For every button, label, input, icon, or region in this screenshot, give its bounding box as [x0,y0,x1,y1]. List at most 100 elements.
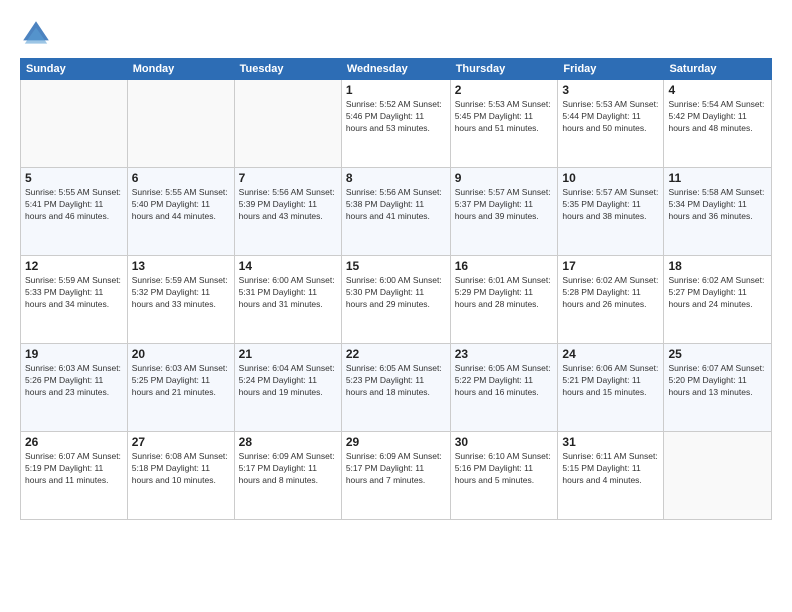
day-info: Sunrise: 5:53 AM Sunset: 5:44 PM Dayligh… [562,99,659,135]
day-info: Sunrise: 5:56 AM Sunset: 5:39 PM Dayligh… [239,187,337,223]
calendar-cell: 1 Sunrise: 5:52 AM Sunset: 5:46 PM Daylig… [341,80,450,168]
day-info: Sunrise: 6:03 AM Sunset: 5:26 PM Dayligh… [25,363,123,399]
weekday-header: Saturday [664,59,772,80]
day-number: 6 [132,171,230,185]
calendar-cell [664,432,772,520]
calendar-cell: 2 Sunrise: 5:53 AM Sunset: 5:45 PM Daylig… [450,80,558,168]
day-info: Sunrise: 6:09 AM Sunset: 5:17 PM Dayligh… [239,451,337,487]
day-number: 27 [132,435,230,449]
calendar-cell: 3 Sunrise: 5:53 AM Sunset: 5:44 PM Daylig… [558,80,664,168]
day-info: Sunrise: 6:04 AM Sunset: 5:24 PM Dayligh… [239,363,337,399]
weekday-header: Thursday [450,59,558,80]
calendar-week-row: 12 Sunrise: 5:59 AM Sunset: 5:33 PM Dayli… [21,256,772,344]
day-info: Sunrise: 5:53 AM Sunset: 5:45 PM Dayligh… [455,99,554,135]
day-number: 2 [455,83,554,97]
day-info: Sunrise: 5:55 AM Sunset: 5:40 PM Dayligh… [132,187,230,223]
day-number: 12 [25,259,123,273]
calendar-cell: 30 Sunrise: 6:10 AM Sunset: 5:16 PM Dayli… [450,432,558,520]
day-number: 30 [455,435,554,449]
calendar-cell: 8 Sunrise: 5:56 AM Sunset: 5:38 PM Daylig… [341,168,450,256]
weekday-header: Sunday [21,59,128,80]
day-number: 19 [25,347,123,361]
calendar-cell: 18 Sunrise: 6:02 AM Sunset: 5:27 PM Dayli… [664,256,772,344]
day-number: 14 [239,259,337,273]
calendar-cell: 6 Sunrise: 5:55 AM Sunset: 5:40 PM Daylig… [127,168,234,256]
calendar-cell: 28 Sunrise: 6:09 AM Sunset: 5:17 PM Dayli… [234,432,341,520]
calendar-cell [21,80,128,168]
day-number: 18 [668,259,767,273]
day-number: 31 [562,435,659,449]
day-info: Sunrise: 6:08 AM Sunset: 5:18 PM Dayligh… [132,451,230,487]
day-info: Sunrise: 6:00 AM Sunset: 5:31 PM Dayligh… [239,275,337,311]
day-number: 4 [668,83,767,97]
day-info: Sunrise: 5:58 AM Sunset: 5:34 PM Dayligh… [668,187,767,223]
weekday-header: Monday [127,59,234,80]
calendar-cell: 12 Sunrise: 5:59 AM Sunset: 5:33 PM Dayli… [21,256,128,344]
weekday-header: Friday [558,59,664,80]
day-info: Sunrise: 5:54 AM Sunset: 5:42 PM Dayligh… [668,99,767,135]
weekday-header: Tuesday [234,59,341,80]
calendar-cell: 29 Sunrise: 6:09 AM Sunset: 5:17 PM Dayli… [341,432,450,520]
calendar-cell: 27 Sunrise: 6:08 AM Sunset: 5:18 PM Dayli… [127,432,234,520]
day-info: Sunrise: 6:10 AM Sunset: 5:16 PM Dayligh… [455,451,554,487]
calendar-week-row: 5Sunrise: 5:55 AM Sunset: 5:41 PM Daylig… [21,168,772,256]
day-number: 20 [132,347,230,361]
day-number: 29 [346,435,446,449]
calendar-cell: 23Sunrise: 6:05 AM Sunset: 5:22 PM Dayli… [450,344,558,432]
calendar-cell: 9Sunrise: 5:57 AM Sunset: 5:37 PM Daylig… [450,168,558,256]
calendar: SundayMondayTuesdayWednesdayThursdayFrid… [20,58,772,520]
day-info: Sunrise: 5:56 AM Sunset: 5:38 PM Dayligh… [346,187,446,223]
day-number: 28 [239,435,337,449]
day-number: 25 [668,347,767,361]
calendar-cell: 19 Sunrise: 6:03 AM Sunset: 5:26 PM Dayli… [21,344,128,432]
day-info: Sunrise: 6:07 AM Sunset: 5:19 PM Dayligh… [25,451,123,487]
day-info: Sunrise: 6:05 AM Sunset: 5:23 PM Dayligh… [346,363,446,399]
day-info: Sunrise: 6:11 AM Sunset: 5:15 PM Dayligh… [562,451,659,487]
weekday-header-row: SundayMondayTuesdayWednesdayThursdayFrid… [21,59,772,80]
calendar-cell: 17Sunrise: 6:02 AM Sunset: 5:28 PM Dayli… [558,256,664,344]
day-info: Sunrise: 6:00 AM Sunset: 5:30 PM Dayligh… [346,275,446,311]
day-number: 8 [346,171,446,185]
header [20,18,772,50]
day-info: Sunrise: 5:59 AM Sunset: 5:33 PM Dayligh… [25,275,123,311]
day-number: 15 [346,259,446,273]
day-info: Sunrise: 6:06 AM Sunset: 5:21 PM Dayligh… [562,363,659,399]
day-info: Sunrise: 6:01 AM Sunset: 5:29 PM Dayligh… [455,275,554,311]
day-number: 21 [239,347,337,361]
day-info: Sunrise: 6:02 AM Sunset: 5:27 PM Dayligh… [668,275,767,311]
day-number: 3 [562,83,659,97]
weekday-header: Wednesday [341,59,450,80]
day-info: Sunrise: 6:02 AM Sunset: 5:28 PM Dayligh… [562,275,659,311]
calendar-cell: 10Sunrise: 5:57 AM Sunset: 5:35 PM Dayli… [558,168,664,256]
calendar-cell: 31 Sunrise: 6:11 AM Sunset: 5:15 PM Dayli… [558,432,664,520]
calendar-cell: 16 Sunrise: 6:01 AM Sunset: 5:29 PM Dayli… [450,256,558,344]
day-number: 13 [132,259,230,273]
day-number: 22 [346,347,446,361]
calendar-cell: 20Sunrise: 6:03 AM Sunset: 5:25 PM Dayli… [127,344,234,432]
day-info: Sunrise: 6:09 AM Sunset: 5:17 PM Dayligh… [346,451,446,487]
calendar-cell [127,80,234,168]
calendar-cell: 13Sunrise: 5:59 AM Sunset: 5:32 PM Dayli… [127,256,234,344]
day-number: 24 [562,347,659,361]
calendar-cell: 26 Sunrise: 6:07 AM Sunset: 5:19 PM Dayli… [21,432,128,520]
calendar-cell: 5Sunrise: 5:55 AM Sunset: 5:41 PM Daylig… [21,168,128,256]
day-number: 10 [562,171,659,185]
day-info: Sunrise: 5:57 AM Sunset: 5:37 PM Dayligh… [455,187,554,223]
calendar-week-row: 26 Sunrise: 6:07 AM Sunset: 5:19 PM Dayli… [21,432,772,520]
calendar-cell: 22 Sunrise: 6:05 AM Sunset: 5:23 PM Dayli… [341,344,450,432]
day-info: Sunrise: 6:07 AM Sunset: 5:20 PM Dayligh… [668,363,767,399]
calendar-cell: 7Sunrise: 5:56 AM Sunset: 5:39 PM Daylig… [234,168,341,256]
logo [20,18,56,50]
day-number: 26 [25,435,123,449]
calendar-week-row: 1 Sunrise: 5:52 AM Sunset: 5:46 PM Daylig… [21,80,772,168]
day-number: 5 [25,171,123,185]
day-number: 16 [455,259,554,273]
day-number: 1 [346,83,446,97]
calendar-week-row: 19 Sunrise: 6:03 AM Sunset: 5:26 PM Dayli… [21,344,772,432]
calendar-cell [234,80,341,168]
day-info: Sunrise: 5:52 AM Sunset: 5:46 PM Dayligh… [346,99,446,135]
day-number: 11 [668,171,767,185]
calendar-cell: 4 Sunrise: 5:54 AM Sunset: 5:42 PM Daylig… [664,80,772,168]
calendar-cell: 24 Sunrise: 6:06 AM Sunset: 5:21 PM Dayli… [558,344,664,432]
page: SundayMondayTuesdayWednesdayThursdayFrid… [0,0,792,612]
